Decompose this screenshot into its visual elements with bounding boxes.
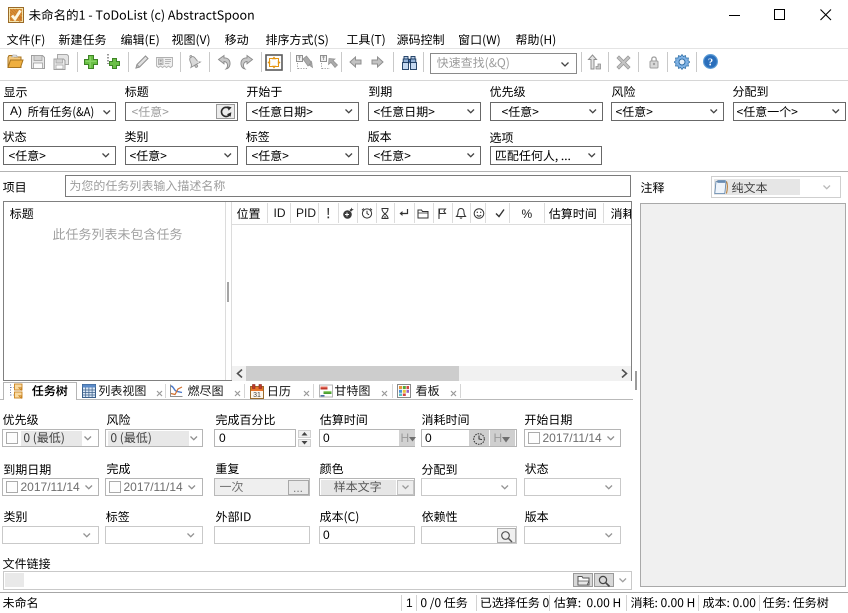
svg-text:31: 31	[253, 392, 261, 399]
svg-text:?: ?	[708, 58, 713, 69]
